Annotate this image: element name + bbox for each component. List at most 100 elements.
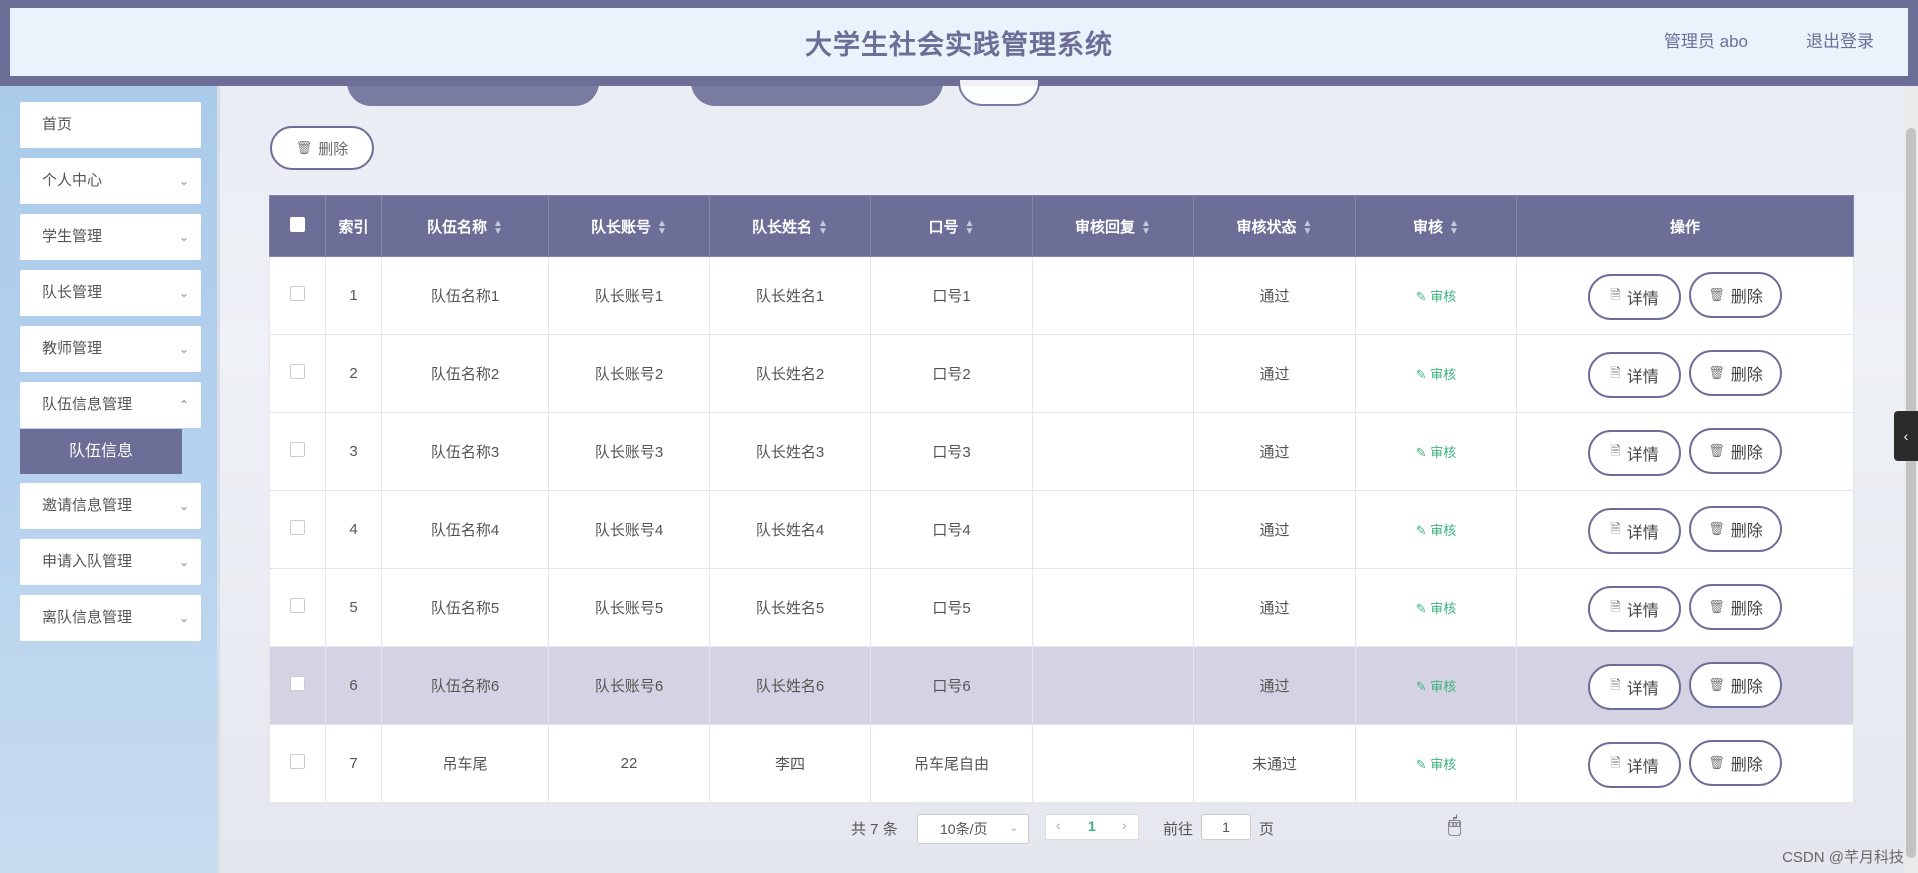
delete-button[interactable]: 🗑 删除 (1689, 739, 1782, 786)
sidebar-item-invitations[interactable]: 邀请信息管理 ⌄ (20, 483, 201, 529)
table-row[interactable]: 7 吊车尾 22 李四 吊车尾自由 未通过 ✎ 审核 🗎 详情 🗑 删除 (269, 724, 1854, 803)
cell-team-name: 队伍名称6 (381, 646, 549, 725)
col-captain-name[interactable]: 队长姓名 ▲ ▼ (709, 195, 871, 257)
detail-button[interactable]: 🗎 详情 (1588, 663, 1681, 710)
cell-slogan: 口号3 (870, 412, 1033, 491)
detail-label: 详情 (1626, 602, 1659, 620)
audit-link[interactable]: ✎ 审核 (1416, 523, 1457, 538)
audit-link-label: 审核 (1430, 601, 1457, 616)
audit-link[interactable]: ✎ 审核 (1416, 367, 1457, 382)
sort-icon[interactable]: ▲ ▼ (1449, 218, 1459, 236)
row-checkbox[interactable] (290, 676, 305, 691)
row-checkbox[interactable] (290, 598, 305, 613)
detail-button[interactable]: 🗎 详情 (1588, 585, 1681, 632)
mouse-pointer-icon: 🖱︎ (1448, 812, 1462, 837)
cell-index: 6 (325, 646, 382, 725)
goto-page-input[interactable] (1201, 814, 1251, 840)
row-checkbox[interactable] (290, 442, 305, 457)
cell-slogan: 口号6 (870, 646, 1033, 725)
vertical-scrollbar[interactable] (1904, 86, 1918, 873)
row-select-cell (269, 490, 326, 569)
row-checkbox[interactable] (290, 754, 305, 769)
delete-button[interactable]: 🗑 删除 (1689, 349, 1782, 396)
sidebar-item-home[interactable]: 首页 (20, 102, 201, 148)
sidebar-item-label: 申请入队管理 (42, 553, 133, 570)
row-checkbox[interactable] (290, 286, 305, 301)
cell-audit-status: 通过 (1193, 490, 1356, 569)
table-row[interactable]: 5 队伍名称5 队长账号5 队长姓名5 口号5 通过 ✎ 审核 🗎 详情 🗑 删除 (269, 568, 1854, 647)
audit-link[interactable]: ✎ 审核 (1416, 289, 1457, 304)
total-count: 共 7 条 (851, 821, 898, 838)
col-audit-reply[interactable]: 审核回复 ▲ ▼ (1032, 195, 1194, 257)
cell-index: 4 (325, 490, 382, 569)
search-button-partial[interactable] (958, 80, 1040, 106)
col-slogan[interactable]: 口号 ▲ ▼ (870, 195, 1033, 257)
delete-button[interactable]: 🗑 删除 (1689, 427, 1782, 474)
search-field-partial[interactable] (691, 80, 943, 106)
audit-link[interactable]: ✎ 审核 (1416, 757, 1457, 772)
delete-button[interactable]: 🗑 删除 (1689, 661, 1782, 708)
collapse-panel-tab[interactable]: ‹ (1894, 411, 1918, 461)
next-page-icon[interactable]: › (1122, 817, 1127, 833)
sidebar-item-leave-info[interactable]: 离队信息管理 ⌄ (20, 595, 201, 641)
detail-button[interactable]: 🗎 详情 (1588, 741, 1681, 788)
prev-page-icon[interactable]: ‹ (1056, 817, 1061, 833)
table-row[interactable]: 6 队伍名称6 队长账号6 队长姓名6 口号6 通过 ✎ 审核 🗎 详情 🗑 删除 (269, 646, 1854, 725)
sort-icon[interactable]: ▲ ▼ (1141, 218, 1151, 236)
select-all-checkbox[interactable] (290, 216, 305, 232)
sidebar-item-join-requests[interactable]: 申请入队管理 ⌄ (20, 539, 201, 585)
scrollbar-thumb[interactable] (1906, 128, 1916, 858)
sort-icon[interactable]: ▲ ▼ (965, 218, 975, 236)
cell-captain-account: 队长账号5 (548, 568, 710, 647)
sidebar-subitem-team-info[interactable]: 队伍信息 (20, 429, 182, 474)
sort-icon[interactable]: ▲ ▼ (657, 218, 667, 236)
detail-button[interactable]: 🗎 详情 (1588, 351, 1681, 398)
detail-label: 详情 (1626, 758, 1659, 776)
cell-index: 2 (325, 334, 382, 413)
chevron-down-icon: ⌄ (178, 174, 189, 188)
search-field-partial[interactable] (347, 80, 599, 106)
sort-icon[interactable]: ▲ ▼ (818, 218, 828, 236)
audit-link[interactable]: ✎ 审核 (1416, 679, 1457, 694)
sidebar-item-personal-center[interactable]: 个人中心 ⌄ (20, 158, 201, 204)
sort-icon[interactable]: ▲ ▼ (493, 218, 503, 236)
cell-audit-status: 通过 (1193, 334, 1356, 413)
pagination: 共 7 条 10条/页 ⌄ ‹ 1 › 前往 页 (223, 814, 1888, 844)
page-unit-label: 页 (1259, 821, 1275, 838)
audit-link[interactable]: ✎ 审核 (1416, 445, 1457, 460)
detail-button[interactable]: 🗎 详情 (1588, 507, 1681, 554)
table-row[interactable]: 2 队伍名称2 队长账号2 队长姓名2 口号2 通过 ✎ 审核 🗎 详情 🗑 删除 (269, 334, 1854, 413)
delete-button[interactable]: 🗑 删除 (1689, 505, 1782, 552)
detail-button[interactable]: 🗎 详情 (1588, 429, 1681, 476)
audit-link[interactable]: ✎ 审核 (1416, 601, 1457, 616)
col-audit[interactable]: 审核 ▲ ▼ (1355, 195, 1517, 257)
sidebar-item-team-info[interactable]: 队伍信息管理 ⌃ (20, 382, 201, 428)
table-row[interactable]: 3 队伍名称3 队长账号3 队长姓名3 口号3 通过 ✎ 审核 🗎 详情 🗑 删除 (269, 412, 1854, 491)
col-captain-account[interactable]: 队长账号 ▲ ▼ (548, 195, 710, 257)
cell-audit: ✎ 审核 (1355, 412, 1517, 491)
sidebar-item-captains[interactable]: 队长管理 ⌄ (20, 270, 201, 316)
col-team-name[interactable]: 队伍名称 ▲ ▼ (381, 195, 549, 257)
document-icon: 🗎 (1610, 364, 1621, 380)
delete-button[interactable]: 🗑 删除 (1689, 271, 1782, 318)
row-checkbox[interactable] (290, 520, 305, 535)
cell-slogan: 口号4 (870, 490, 1033, 569)
logout-link[interactable]: 退出登录 (1806, 8, 1874, 76)
current-page[interactable]: 1 (1088, 818, 1096, 834)
cell-actions: 🗎 详情 🗑 删除 (1516, 568, 1854, 647)
detail-button[interactable]: 🗎 详情 (1588, 273, 1681, 320)
batch-delete-label: 删除 (318, 140, 349, 158)
row-checkbox[interactable] (290, 364, 305, 379)
cell-audit: ✎ 审核 (1355, 568, 1517, 647)
batch-delete-button[interactable]: 🗑 删除 (270, 126, 374, 170)
sidebar-item-students[interactable]: 学生管理 ⌄ (20, 214, 201, 260)
page-size-select[interactable]: 10条/页 ⌄ (917, 814, 1029, 844)
page-size-value: 10条/页 (940, 821, 988, 837)
col-audit-status[interactable]: 审核状态 ▲ ▼ (1193, 195, 1356, 257)
sidebar-item-teachers[interactable]: 教师管理 ⌄ (20, 326, 201, 372)
table-row[interactable]: 4 队伍名称4 队长账号4 队长姓名4 口号4 通过 ✎ 审核 🗎 详情 🗑 删除 (269, 490, 1854, 569)
sort-icon[interactable]: ▲ ▼ (1303, 218, 1313, 236)
table-row[interactable]: 1 队伍名称1 队长账号1 队长姓名1 口号1 通过 ✎ 审核 🗎 详情 🗑 删除 (269, 256, 1854, 335)
delete-button[interactable]: 🗑 删除 (1689, 583, 1782, 630)
audit-link-label: 审核 (1430, 445, 1457, 460)
